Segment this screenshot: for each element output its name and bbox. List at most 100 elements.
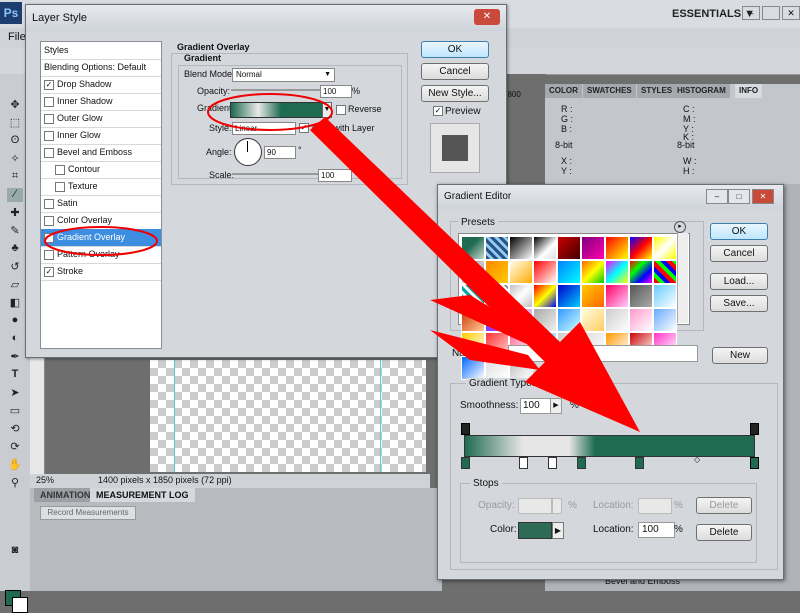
opacity-input[interactable]: 100 (320, 85, 352, 98)
preset-swatch[interactable] (461, 284, 485, 308)
preset-swatch[interactable] (509, 260, 533, 284)
preset-swatch[interactable] (485, 308, 509, 332)
preset-swatch[interactable] (461, 308, 485, 332)
menu-file[interactable]: File (8, 31, 26, 43)
preset-swatch[interactable] (485, 260, 509, 284)
preset-swatch[interactable] (485, 356, 509, 380)
midpoint-diamond-icon[interactable]: ◇ (694, 455, 700, 464)
style-item-styles[interactable]: Styles (41, 42, 161, 60)
reverse-checkbox[interactable] (336, 105, 346, 115)
blur-tool-icon[interactable]: ● (7, 314, 23, 328)
preset-swatch[interactable] (629, 260, 653, 284)
maximize-icon[interactable] (762, 6, 780, 20)
preset-swatch[interactable] (509, 284, 533, 308)
preset-swatch[interactable] (581, 308, 605, 332)
color-stop[interactable] (548, 457, 557, 469)
preset-swatch[interactable] (581, 260, 605, 284)
dodge-tool-icon[interactable]: ◐ (7, 332, 23, 346)
style-select[interactable]: Linear (232, 122, 296, 135)
preset-swatch[interactable] (461, 260, 485, 284)
brush-tool-icon[interactable]: ✎ (7, 224, 23, 238)
zoom-level[interactable]: 25% (36, 475, 54, 485)
marquee-tool-icon[interactable]: ⬚ (7, 116, 23, 130)
preset-swatch[interactable] (653, 260, 677, 284)
move-tool-icon[interactable]: ✥ (7, 98, 23, 112)
style-item-color-overlay[interactable]: Color Overlay (41, 212, 161, 230)
tab-styles[interactable]: STYLES (637, 84, 677, 98)
record-measurements-button[interactable]: Record Measurements (40, 506, 136, 520)
preset-swatch[interactable] (605, 236, 629, 260)
style-checkbox[interactable]: ✓ (44, 233, 54, 243)
pen-tool-icon[interactable]: ✒ (7, 350, 23, 364)
cancel-button[interactable]: Cancel (421, 63, 489, 80)
dialog-title-bar[interactable]: Layer Style ✕ (26, 5, 506, 31)
opacity-stop[interactable] (750, 423, 759, 435)
background-color-swatch[interactable] (12, 597, 28, 613)
preset-swatch[interactable] (605, 308, 629, 332)
preset-swatch[interactable] (533, 236, 557, 260)
hand-tool-icon[interactable]: ✋ (7, 458, 23, 472)
preview-checkbox[interactable]: ✓ (433, 106, 443, 116)
style-checkbox[interactable] (44, 216, 54, 226)
path-selection-tool-icon[interactable]: ➤ (7, 386, 23, 400)
chevron-down-icon[interactable]: ▼ (322, 102, 332, 118)
gradient-picker[interactable] (230, 102, 323, 118)
preset-swatch[interactable] (533, 284, 557, 308)
blend-mode-select[interactable]: Normal ▼ (232, 68, 335, 82)
tab-animation[interactable]: ANIMATION (34, 488, 97, 502)
dialog-title-bar[interactable]: Gradient Editor – □ ✕ (438, 185, 783, 209)
presets-menu-icon[interactable]: ▸ (674, 221, 686, 233)
style-checkbox[interactable] (44, 97, 54, 107)
opacity-slider[interactable] (231, 89, 326, 91)
tab-histogram[interactable]: HISTOGRAM (673, 84, 730, 98)
eyedropper-tool-icon[interactable]: ⁄ (7, 188, 23, 202)
preset-swatch[interactable] (509, 236, 533, 260)
preset-swatch[interactable] (605, 284, 629, 308)
style-checkbox[interactable] (44, 131, 54, 141)
style-item-stroke[interactable]: ✓ Stroke (41, 263, 161, 281)
document-canvas[interactable] (150, 360, 426, 472)
style-checkbox[interactable] (55, 165, 65, 175)
preset-swatch[interactable] (485, 332, 509, 356)
opacity-stop[interactable] (461, 423, 470, 435)
load-button[interactable]: Load... (710, 273, 768, 290)
color-stop[interactable] (519, 457, 528, 469)
style-checkbox[interactable] (44, 148, 54, 158)
preset-swatch[interactable] (509, 308, 533, 332)
style-item-blending-options-default[interactable]: Blending Options: Default (41, 59, 161, 77)
chevron-right-icon[interactable]: ▶ (552, 522, 564, 539)
preset-swatch[interactable] (653, 284, 677, 308)
style-checkbox[interactable] (44, 199, 54, 209)
ok-button[interactable]: OK (421, 41, 489, 58)
align-with-layer-checkbox[interactable]: ✓ (299, 123, 309, 133)
3d-orbit-tool-icon[interactable]: ⟳ (7, 440, 23, 454)
name-input[interactable] (508, 345, 698, 362)
cancel-button[interactable]: Cancel (710, 245, 768, 262)
lasso-tool-icon[interactable]: ʘ (7, 134, 23, 148)
style-item-satin[interactable]: Satin (41, 195, 161, 213)
tab-swatches[interactable]: SWATCHES (583, 84, 636, 98)
preset-swatch[interactable] (629, 284, 653, 308)
stop-color-swatch[interactable] (518, 522, 552, 539)
style-checkbox[interactable]: ✓ (44, 267, 54, 277)
close-icon[interactable]: ✕ (782, 6, 800, 20)
tab-measurement-log[interactable]: MEASUREMENT LOG (90, 488, 195, 502)
color-stop[interactable] (750, 457, 759, 469)
clone-stamp-tool-icon[interactable]: ♣ (7, 242, 23, 256)
maximize-icon[interactable]: □ (728, 189, 750, 204)
preset-swatch[interactable] (557, 236, 581, 260)
style-item-contour[interactable]: Contour (41, 161, 161, 179)
preset-swatch[interactable] (557, 308, 581, 332)
preset-swatch[interactable] (461, 236, 485, 260)
preset-swatch[interactable] (533, 260, 557, 284)
quick-mask-icon[interactable]: ◙ (7, 544, 23, 558)
style-item-drop-shadow[interactable]: ✓ Drop Shadow (41, 76, 161, 94)
new-button[interactable]: New (712, 347, 768, 364)
gradient-bar[interactable] (464, 435, 755, 457)
style-item-texture[interactable]: Texture (41, 178, 161, 196)
preset-swatch[interactable] (533, 308, 557, 332)
preset-swatch[interactable] (557, 260, 581, 284)
preset-swatch[interactable] (581, 284, 605, 308)
preset-swatch[interactable] (557, 284, 581, 308)
style-item-outer-glow[interactable]: Outer Glow (41, 110, 161, 128)
